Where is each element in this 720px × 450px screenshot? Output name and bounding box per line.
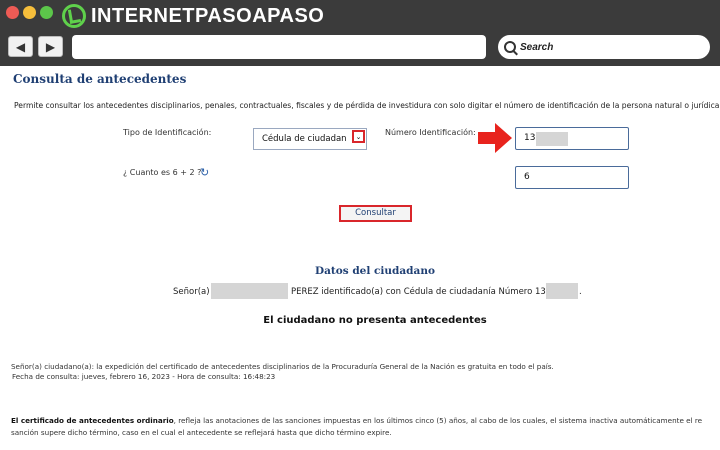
footer-line-1-rest: , refleja las anotaciones de las sancion… bbox=[173, 416, 703, 425]
id-type-select[interactable]: Cédula de ciudadan bbox=[253, 128, 367, 150]
id-type-label: Tipo de Identificación: bbox=[123, 128, 212, 137]
red-arrow-icon bbox=[478, 123, 512, 153]
back-button[interactable]: ◀ bbox=[8, 36, 33, 57]
forward-arrow-icon: ▶ bbox=[45, 39, 56, 54]
close-window-button[interactable] bbox=[6, 6, 19, 19]
id-number-label: Número Identificación: bbox=[385, 128, 476, 137]
chevron-down-icon[interactable]: ⌄ bbox=[352, 130, 365, 143]
footer-bold-intro: El certificado de antecedentes ordinario bbox=[11, 416, 174, 425]
logo-text: INTERNETPASOAPASO bbox=[91, 4, 325, 27]
citizen-line-period: . bbox=[579, 287, 582, 297]
window-controls bbox=[6, 6, 53, 19]
minimize-window-button[interactable] bbox=[23, 6, 36, 19]
page-title: Consulta de antecedentes bbox=[13, 72, 187, 86]
checkmark-logo-icon bbox=[62, 4, 86, 28]
id-number-value: 13 bbox=[524, 133, 536, 143]
page-description: Permite consultar los antecedentes disci… bbox=[14, 101, 720, 110]
footer-line-1: El certificado de antecedentes ordinario… bbox=[11, 415, 702, 427]
citizen-salutation: Señor(a) bbox=[173, 287, 210, 297]
consult-button[interactable]: Consultar bbox=[339, 205, 412, 222]
forward-button[interactable]: ▶ bbox=[38, 36, 63, 57]
id-number-input[interactable]: 13 bbox=[515, 127, 629, 150]
id-type-value: Cédula de ciudadan bbox=[262, 134, 347, 144]
page-content: Consulta de antecedentes Permite consult… bbox=[0, 66, 720, 450]
browser-chrome: INTERNETPASOAPASO ◀ ▶ Search bbox=[0, 0, 720, 66]
address-bar[interactable] bbox=[72, 35, 486, 59]
footer-line-2: sanción supere dicho término, caso en el… bbox=[11, 428, 392, 437]
captcha-question: ¿ Cuanto es 6 + 2 ? bbox=[123, 168, 202, 177]
search-bar[interactable]: Search bbox=[498, 35, 710, 59]
citizen-data-title: Datos del ciudadano bbox=[315, 265, 435, 277]
certificate-footer-note: El certificado de antecedentes ordinario… bbox=[11, 415, 702, 439]
consult-date-line: Fecha de consulta: jueves, febrero 16, 2… bbox=[12, 372, 276, 381]
redacted-citizen-id bbox=[546, 283, 578, 299]
captcha-answer-value: 6 bbox=[524, 172, 530, 182]
search-icon bbox=[504, 41, 516, 53]
refresh-icon[interactable]: ↻ bbox=[200, 166, 209, 179]
redacted-name bbox=[211, 283, 288, 299]
site-logo: INTERNETPASOAPASO bbox=[62, 2, 324, 30]
captcha-answer-input[interactable]: 6 bbox=[515, 166, 629, 189]
search-label: Search bbox=[520, 41, 554, 53]
maximize-window-button[interactable] bbox=[40, 6, 53, 19]
back-arrow-icon: ◀ bbox=[15, 39, 26, 54]
redacted-id-digits bbox=[536, 132, 568, 146]
citizen-id-text: PEREZ identificado(a) con Cédula de ciud… bbox=[291, 287, 546, 297]
notice-line-1: Señor(a) ciudadano(a): la expedición del… bbox=[11, 362, 554, 371]
result-message: El ciudadano no presenta antecedentes bbox=[263, 315, 487, 326]
